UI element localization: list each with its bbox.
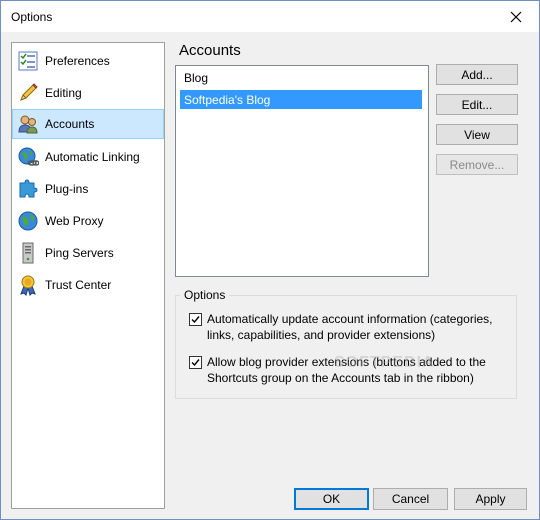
allow-extensions-label-line2: Shortcuts group on the Accounts tab in t… (207, 371, 474, 385)
ok-button[interactable]: OK (294, 488, 369, 510)
allow-extensions-checkbox[interactable] (189, 356, 202, 369)
list-item[interactable]: Blog (180, 68, 422, 87)
nav-label-automatic-linking: Automatic Linking (45, 150, 140, 164)
add-button[interactable]: Add... (436, 64, 518, 85)
auto-update-label-line1: Automatically update account information… (207, 312, 493, 326)
list-item-label: Softpedia's Blog (184, 92, 271, 107)
cancel-button[interactable]: Cancel (373, 488, 448, 510)
nav-label-trust-center: Trust Center (45, 278, 112, 292)
nav-item-trust-center[interactable]: Trust Center (13, 270, 163, 300)
list-item-label: Blog (184, 70, 209, 85)
options-group-legend: Options (180, 288, 230, 302)
nav-item-editing[interactable]: Editing (13, 78, 163, 108)
puzzle-icon (16, 177, 40, 201)
edit-button[interactable]: Edit... (436, 94, 518, 115)
list-item-selected[interactable]: Softpedia's Blog (180, 90, 422, 109)
window-title: Options (11, 10, 53, 24)
close-icon (510, 11, 522, 22)
server-icon (16, 241, 40, 265)
pencil-icon (16, 81, 40, 105)
page-title: Accounts (179, 42, 241, 59)
nav-label-preferences: Preferences (45, 54, 110, 68)
globe-icon (16, 209, 40, 233)
auto-update-checkbox[interactable] (189, 313, 202, 326)
nav-label-accounts: Accounts (45, 117, 95, 131)
users-icon (16, 112, 40, 136)
auto-update-label: Automatically update account information… (207, 311, 493, 343)
category-list: Preferences Editing Accounts Automatic L… (11, 42, 165, 509)
watermark: SOFTPEDIA (334, 354, 435, 371)
accounts-list[interactable]: Blog Softpedia's Blog (175, 65, 429, 277)
nav-item-preferences[interactable]: Preferences (13, 46, 163, 76)
apply-button[interactable]: Apply (454, 488, 527, 510)
auto-update-option[interactable]: Automatically update account information… (189, 311, 509, 343)
nav-item-automatic-linking[interactable]: Automatic Linking (13, 142, 163, 172)
ribbon-icon (16, 273, 40, 297)
nav-item-ping-servers[interactable]: Ping Servers (13, 238, 163, 268)
view-button[interactable]: View (436, 124, 518, 145)
nav-label-ping-servers: Ping Servers (45, 246, 114, 260)
nav-item-accounts[interactable]: Accounts (12, 109, 164, 139)
preferences-icon (16, 49, 40, 73)
nav-label-editing: Editing (45, 86, 82, 100)
nav-item-web-proxy[interactable]: Web Proxy (13, 206, 163, 236)
title-bar: Options (1, 1, 539, 32)
nav-item-plug-ins[interactable]: Plug-ins (13, 174, 163, 204)
nav-label-web-proxy: Web Proxy (45, 214, 104, 228)
nav-label-plug-ins: Plug-ins (45, 182, 89, 196)
checkmark-icon (191, 359, 200, 367)
globe-link-icon (16, 145, 40, 169)
checkmark-icon (191, 316, 200, 324)
remove-button[interactable]: Remove... (436, 154, 518, 175)
auto-update-label-line2: links, capabilities, and provider extens… (207, 328, 436, 342)
close-button[interactable] (493, 1, 539, 32)
